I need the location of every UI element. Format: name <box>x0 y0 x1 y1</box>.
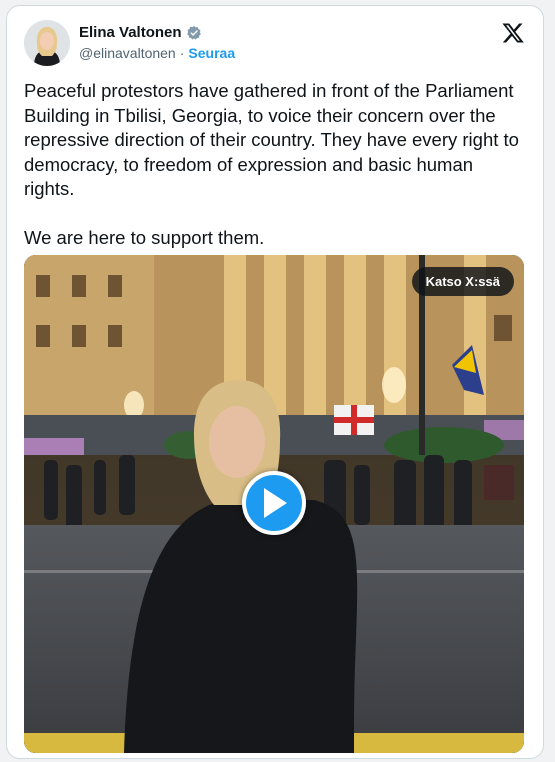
author-name[interactable]: Elina Valtonen <box>79 24 182 41</box>
separator-dot: · <box>179 45 185 61</box>
verified-badge-icon <box>186 25 202 41</box>
video-player[interactable]: Katso X:ssä <box>24 255 524 753</box>
play-button[interactable] <box>242 471 306 535</box>
x-logo-icon[interactable] <box>501 21 525 45</box>
tweet-card: Elina Valtonen @elinavaltonen · Seuraa P… <box>6 5 544 759</box>
follow-button[interactable]: Seuraa <box>188 45 235 61</box>
avatar[interactable] <box>24 20 70 66</box>
play-icon <box>264 488 287 518</box>
tweet-text: Peaceful protestors have gathered in fro… <box>24 80 519 248</box>
handle-row: @elinavaltonen · Seuraa <box>79 45 235 61</box>
author-name-row: Elina Valtonen <box>79 24 202 41</box>
author-handle[interactable]: @elinavaltonen <box>79 45 176 61</box>
avatar-image <box>24 20 70 66</box>
watch-on-x-button[interactable]: Katso X:ssä <box>411 267 514 296</box>
